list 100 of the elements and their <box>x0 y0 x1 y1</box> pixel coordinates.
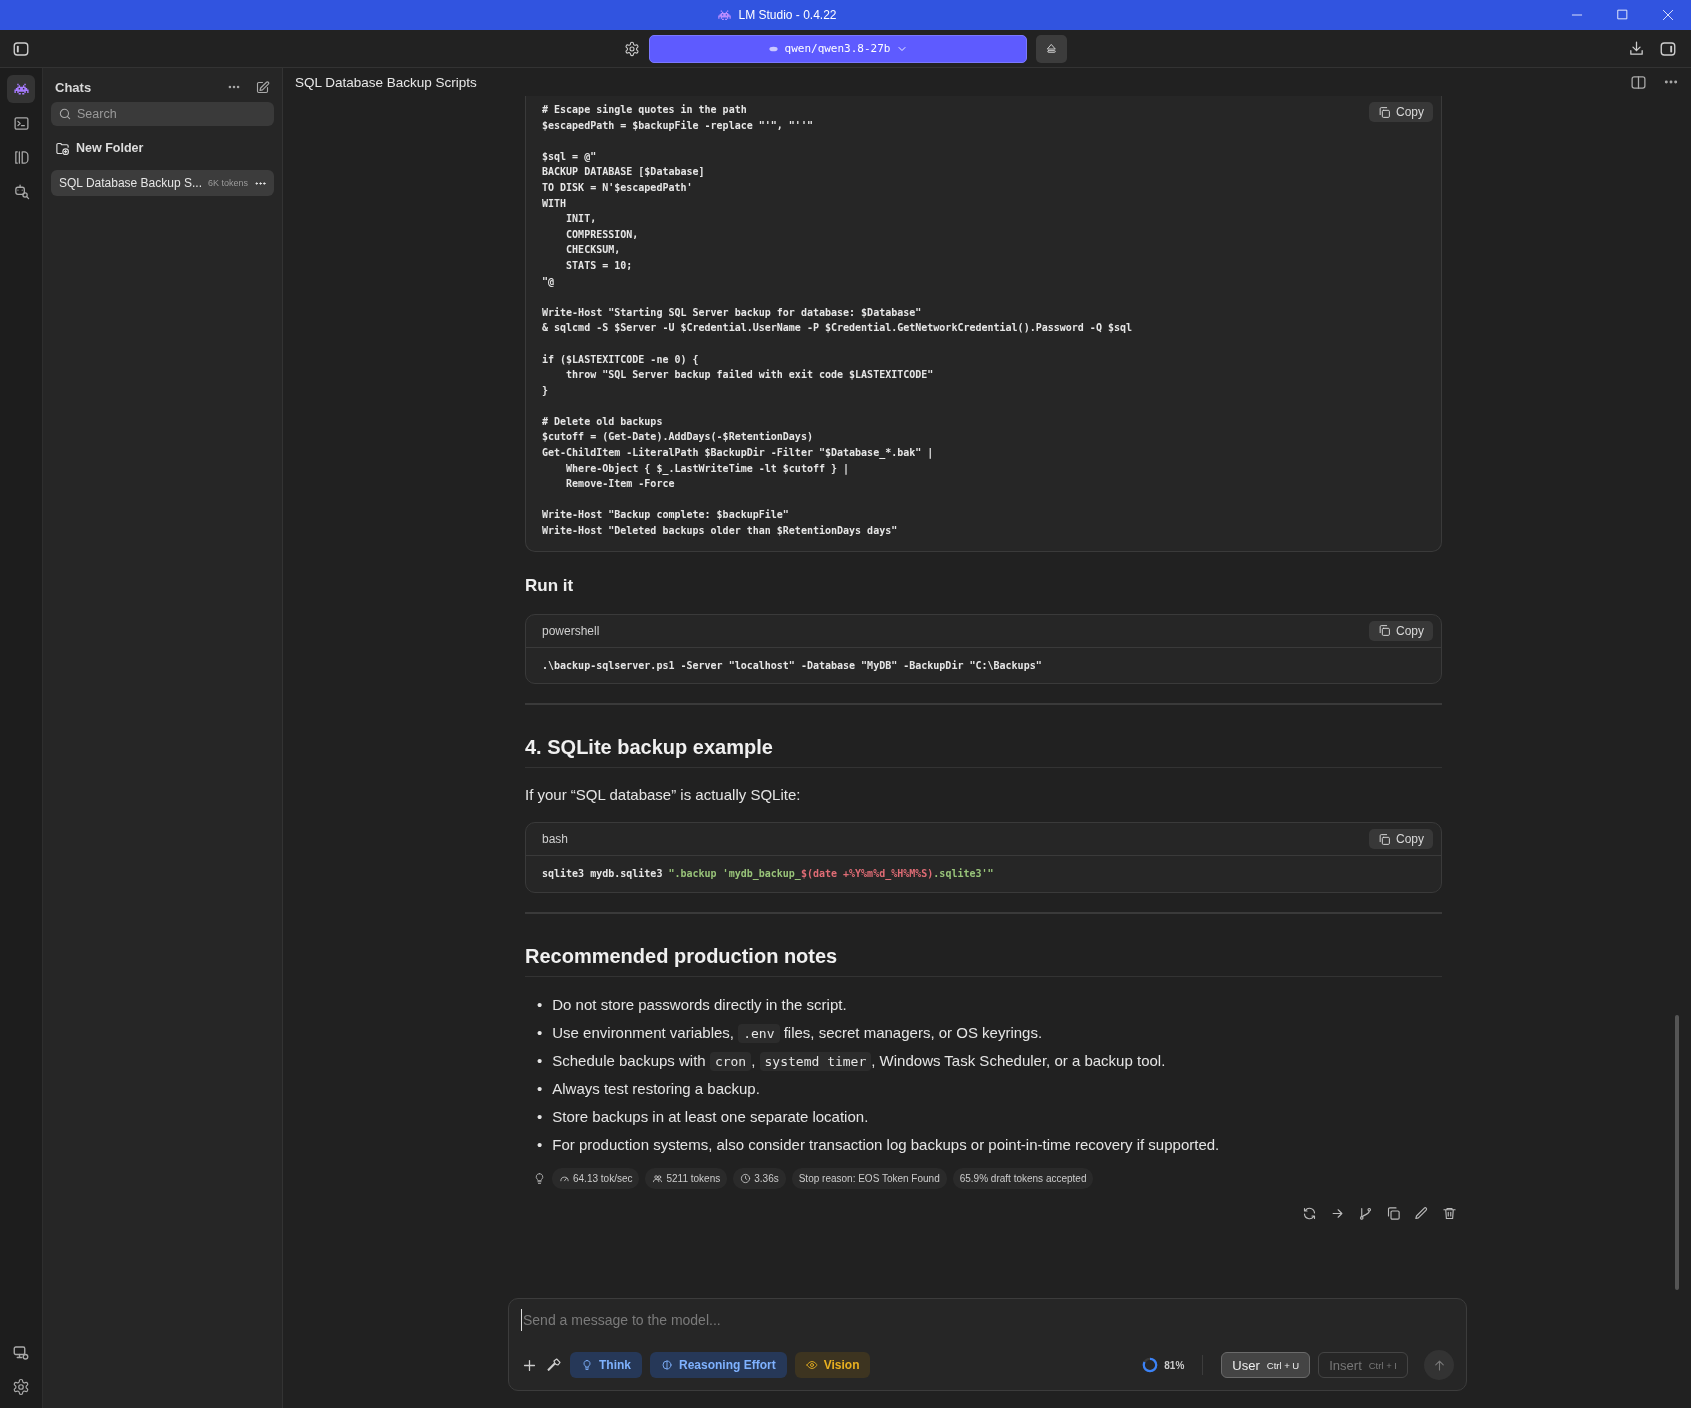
code-language: bash <box>542 832 569 847</box>
sidebar-title: Chats <box>55 79 93 95</box>
code-line: Write-Host "Starting SQL Server backup for database: $Database" <box>542 305 922 320</box>
code-line: BACKUP DATABASE [$Database] <box>542 165 705 180</box>
model-selector[interactable]: qwen/qwen3.8-27b <box>649 34 1027 63</box>
eject-icon <box>1045 42 1058 55</box>
regenerate-icon[interactable] <box>1302 1205 1317 1221</box>
toggle-button[interactable]: Think <box>570 1352 642 1378</box>
half-circle-icon <box>661 1359 673 1371</box>
list-item: Do not store passwords directly in the script. <box>552 994 847 1015</box>
code-line: if ($LASTEXITCODE -ne 0) { <box>542 352 699 367</box>
list-item: Store backups in at least one separate location. <box>552 1106 869 1127</box>
code-line: INIT, <box>565 212 597 227</box>
code-line: $cutoff = (Get-Date).AddDays(-$RetentionDays) <box>542 430 813 445</box>
bracket-icon <box>12 148 30 166</box>
list-bullet: • <box>537 1050 543 1071</box>
robot-search-icon <box>12 182 30 200</box>
eject-button[interactable] <box>1036 34 1067 63</box>
context-reading: 81% <box>1164 1359 1185 1371</box>
code-line: Where-Object { $_.LastWriteTime -lt $cutoff } | <box>565 461 850 477</box>
role-button[interactable]: User Ctrl + U <box>1221 1352 1311 1378</box>
code-line: # Escape single quotes in the path <box>542 103 747 117</box>
code-line: Remove-Item -Force <box>565 477 675 492</box>
close-icon[interactable] <box>1661 8 1675 22</box>
chat-item[interactable]: SQL Database Backup S... 6K tokens <box>51 170 274 196</box>
code-line: sqlite3 mydb.sqlite3 ".backup 'mydb_backup_$(date +%Y%m%d_%H%M%S).sqlite3'" <box>542 867 994 882</box>
code-line: throw "SQL Server backup failed with exit code $LASTEXITCODE" <box>565 368 934 383</box>
stat-badge: 5211 tokens <box>645 1167 728 1189</box>
new-folder-item[interactable]: New Folder <box>55 136 270 160</box>
hammer-icon[interactable] <box>546 1357 562 1373</box>
list-item: Always test restoring a backup. <box>552 1078 760 1099</box>
section-heading: Run it <box>525 574 575 597</box>
lightbulb-icon <box>533 1171 546 1185</box>
chat-title: SQL Database Backup S... <box>59 176 202 190</box>
list-bullet: • <box>537 1078 543 1099</box>
code-line: Write-Host "Deleted backups older than $RetentionDays days" <box>542 524 898 539</box>
rail-tab[interactable] <box>7 75 35 103</box>
new-chat-icon[interactable] <box>255 79 270 95</box>
section-heading: 4. SQLite backup example <box>525 733 1442 769</box>
devices-icon[interactable] <box>12 1344 30 1362</box>
lightbulb-icon <box>581 1359 593 1371</box>
message-field[interactable]: Send a message to the model... <box>521 1309 1454 1331</box>
code-line: Get-ChildItem -LiteralPath $BackupDir -Filter "$Database_*.bak" | <box>542 446 934 461</box>
paragraph: If your “SQL database” is actually SQLite: <box>525 785 802 806</box>
download-icon[interactable] <box>1628 39 1645 57</box>
toggle-button[interactable]: Reasoning Effort <box>650 1352 787 1378</box>
stat-badge: 64.13 tok/sec <box>552 1167 640 1189</box>
token-count: 6K tokens <box>207 178 248 188</box>
code-line: # Delete old backups <box>542 414 663 429</box>
copy-button[interactable]: Copy <box>1369 829 1433 850</box>
context-usage-ring <box>1142 1357 1159 1373</box>
code-line: $escapedPath = $backupFile -replace "'", "''" <box>542 118 813 133</box>
stat-badge: 65.9% draft tokens accepted <box>952 1167 1094 1189</box>
toggle-button[interactable]: Vision <box>794 1352 871 1378</box>
list-bullet: • <box>537 1022 543 1043</box>
copy-button[interactable]: Copy <box>1369 620 1433 641</box>
people-icon <box>652 1172 664 1184</box>
copy-icon <box>1378 832 1391 846</box>
code-line: & sqlcmd -S $Server -U $Credential.UserName -P $Credential.GetNetworkCredential().Password -Q $sql <box>542 321 1132 336</box>
scrollbar-thumb[interactable] <box>1675 1015 1679 1290</box>
search-field[interactable]: Search <box>51 102 274 126</box>
send-button[interactable] <box>1424 1350 1454 1380</box>
stat-badge: Stop reason: EOS Token Found <box>791 1167 947 1189</box>
copy-icon <box>1378 105 1391 119</box>
eye-icon <box>805 1359 818 1371</box>
code-line: $sql = @" <box>542 149 597 164</box>
split-view-icon[interactable] <box>1630 73 1647 91</box>
copy-icon[interactable] <box>1386 1205 1401 1221</box>
section-heading: Recommended production notes <box>525 941 1442 977</box>
settings-icon[interactable] <box>624 40 640 57</box>
search-icon <box>58 107 72 121</box>
sidebar-toggle-icon[interactable] <box>12 39 30 58</box>
copy-button[interactable]: Copy <box>1369 102 1433 122</box>
code-language: powershell <box>542 623 600 638</box>
code-line: "@ <box>542 274 555 289</box>
maximize-icon[interactable] <box>1616 8 1629 21</box>
panel-right-icon[interactable] <box>1659 39 1677 58</box>
terminal-icon <box>12 114 30 132</box>
trash-icon[interactable] <box>1442 1205 1457 1221</box>
code-line: .\backup-sqlserver.ps1 -Server "localhost" -Database "MyDB" -BackupDir "C:\Backups" <box>542 658 1042 673</box>
list-item: Use environment variables, .env files, secret managers, or OS keyrings. <box>552 1022 1043 1045</box>
list-bullet: • <box>537 994 543 1015</box>
list-bullet: • <box>537 1106 543 1127</box>
settings-icon[interactable] <box>12 1378 30 1396</box>
window-title: LM Studio - 0.4.22 <box>738 8 837 22</box>
chat-title: SQL Database Backup Scripts <box>295 74 478 90</box>
list-bullet: • <box>537 1134 543 1155</box>
list-item: Schedule backups with cron , systemd timer , Windows Task Scheduler, or a backup tool. <box>552 1050 1166 1073</box>
copy-icon <box>1378 624 1391 638</box>
code-line: COMPRESSION, <box>565 227 639 242</box>
pencil-icon[interactable] <box>1414 1205 1429 1221</box>
code-line: Write-Host "Backup complete: $backupFile" <box>542 508 789 523</box>
branch-icon[interactable] <box>1358 1205 1373 1221</box>
code-line: TO DISK = N'$escapedPath' <box>542 180 693 195</box>
code-line: CHECKSUM, <box>565 243 621 258</box>
code-line: WITH <box>542 196 567 211</box>
clock-icon <box>740 1172 752 1184</box>
code-line: STATS = 10; <box>565 258 633 273</box>
stat-badge: 3.36s <box>733 1167 786 1189</box>
list-item: For production systems, also consider transaction log backups or point-in-time recovery if supported. <box>552 1134 1220 1155</box>
